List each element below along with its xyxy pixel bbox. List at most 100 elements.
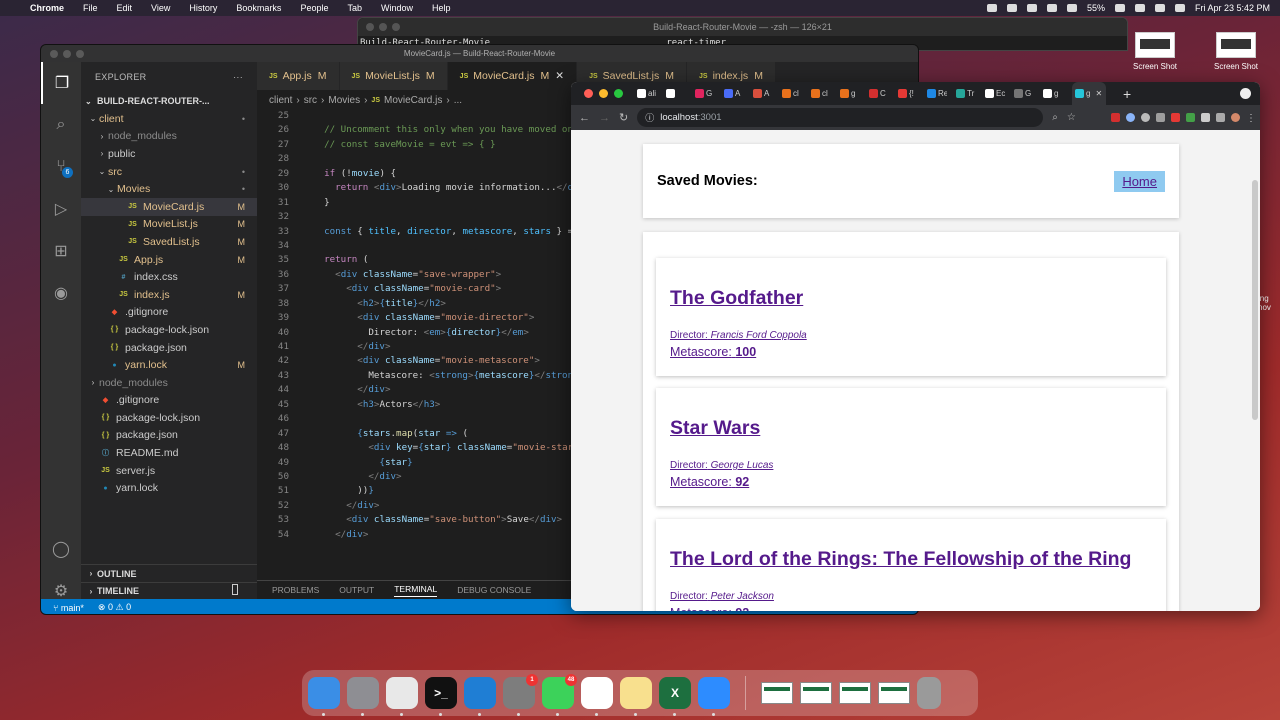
minimize-dot[interactable] — [379, 23, 387, 31]
chrome-window[interactable]: ali G A Acl cl g C {! Re Tr Ec Gg g ✕ + ← → ↻ ⓘ local… — [571, 82, 1260, 611]
file-tree-item[interactable]: › node_modules — [81, 374, 257, 392]
close-dot[interactable] — [366, 23, 374, 31]
close-tab-icon[interactable]: ✕ — [1095, 89, 1102, 98]
profile-avatar[interactable] — [1231, 113, 1240, 122]
terminal-icon[interactable]: >_ — [425, 677, 457, 716]
home-button[interactable]: Home — [1114, 170, 1165, 192]
zoom-magnifier-icon[interactable]: ⌕ — [1052, 112, 1058, 123]
menu-file[interactable]: File — [83, 3, 98, 13]
tab-problems[interactable]: PROBLEMS — [272, 585, 319, 595]
zoom-dot[interactable] — [614, 89, 623, 98]
menu-bookmarks[interactable]: Bookmarks — [236, 3, 281, 13]
zoom-icon[interactable] — [698, 677, 730, 716]
browser-tab[interactable]: A — [753, 82, 773, 105]
more-actions-icon[interactable]: ··· — [233, 72, 243, 82]
browser-tab[interactable]: G — [1014, 82, 1034, 105]
close-dot[interactable] — [584, 89, 593, 98]
extensions-icon[interactable]: ⊞ — [41, 230, 81, 272]
file-tree-item[interactable]: JS SavedList.js M — [81, 233, 257, 251]
browser-tab[interactable]: C — [869, 82, 889, 105]
status-icon[interactable] — [1066, 4, 1077, 12]
new-tab-icon[interactable]: + — [1123, 86, 1131, 102]
git-branch[interactable]: ⑂ main* — [53, 603, 84, 613]
file-tree-item[interactable]: JS MovieList.js M — [81, 216, 257, 234]
file-tree-item[interactable]: { } package-lock.json — [81, 321, 257, 339]
browser-tab[interactable]: cl — [811, 82, 831, 105]
menu-view[interactable]: View — [151, 3, 170, 13]
browser-tab-active[interactable]: g ✕ — [1072, 82, 1106, 105]
movie-card[interactable]: The Lord of the Rings: The Fellowship of… — [656, 519, 1166, 611]
kebab-menu-icon[interactable]: ⋮ — [1246, 113, 1256, 124]
menu-window[interactable]: Window — [381, 3, 413, 13]
camera-icon[interactable] — [1156, 113, 1165, 122]
reload-icon[interactable]: ↻ — [619, 111, 628, 124]
movie-title[interactable]: The Lord of the Rings: The Fellowship of… — [670, 548, 1152, 571]
files-icon[interactable]: ❐ — [41, 62, 81, 104]
file-tree-item[interactable]: ⌄ client • — [81, 110, 257, 128]
minimized-window-thumbnail[interactable] — [878, 682, 910, 704]
slack-icon[interactable] — [581, 677, 613, 716]
system-preferences-icon[interactable]: 1 — [503, 674, 538, 716]
bookmark-star-icon[interactable]: ☆ — [1067, 112, 1076, 123]
file-tree-item[interactable]: { } package.json — [81, 427, 257, 445]
file-tree-item[interactable]: ⌄ Movies • — [81, 180, 257, 198]
run-debug-icon[interactable]: ▷ — [41, 188, 81, 230]
editor-tab[interactable]: JS App.js M — [257, 62, 340, 90]
puzzle-icon[interactable] — [1216, 113, 1225, 122]
control-center-icon[interactable] — [1174, 4, 1185, 12]
desktop-file[interactable]: Screen Shot — [1196, 32, 1276, 71]
desktop-file[interactable]: Screen Shot — [1115, 32, 1195, 71]
project-folder[interactable]: ⌄ BUILD-REACT-ROUTER-... — [81, 92, 257, 110]
status-icon[interactable] — [986, 4, 997, 12]
forward-icon[interactable]: → — [599, 112, 610, 124]
file-tree-item[interactable]: ⌄ src • — [81, 163, 257, 181]
extension-icon[interactable] — [1171, 113, 1180, 122]
file-tree-item[interactable]: JS MovieCard.js M — [81, 197, 257, 216]
browser-tab[interactable]: g — [840, 82, 860, 105]
file-tree-item[interactable]: ● yarn.lock — [81, 479, 257, 497]
account-icon[interactable]: ◯ — [41, 528, 81, 570]
file-tree-item[interactable]: { } package-lock.json — [81, 409, 257, 427]
browser-tab[interactable]: ali — [637, 82, 657, 105]
file-tree-item[interactable]: JS index.js M — [81, 286, 257, 304]
tab-output[interactable]: OUTPUT — [339, 585, 374, 595]
timeline-section[interactable]: › TIMELINE — [81, 582, 257, 599]
file-tree-item[interactable]: ⓘ README.md — [81, 444, 257, 462]
minimized-window-thumbnail[interactable] — [761, 682, 793, 704]
extension-icon[interactable] — [1201, 113, 1210, 122]
file-tree-item[interactable]: # index.css — [81, 268, 257, 286]
file-tree-item[interactable]: JS App.js M — [81, 251, 257, 269]
menu-help[interactable]: Help — [432, 3, 451, 13]
file-tree-item[interactable]: ◆ .gitignore — [81, 304, 257, 322]
file-tree-item[interactable]: › public — [81, 145, 257, 163]
file-tree-item[interactable]: › node_modules — [81, 128, 257, 146]
menu-edit[interactable]: Edit — [117, 3, 133, 13]
file-tree-item[interactable]: ● yarn.lock M — [81, 356, 257, 374]
messages-icon[interactable]: 48 — [542, 674, 577, 716]
status-icon[interactable] — [1006, 4, 1017, 12]
launchpad-icon[interactable] — [347, 677, 379, 716]
minimize-dot[interactable] — [63, 50, 71, 58]
outline-section[interactable]: › OUTLINE — [81, 564, 257, 582]
status-icon[interactable] — [1026, 4, 1037, 12]
movie-card[interactable]: Star Wars Director: George Lucas Metascore… — [656, 388, 1166, 506]
problems-status[interactable]: ⊗ 0 ⚠ 0 — [98, 602, 131, 613]
breadcrumb-item[interactable]: ... — [454, 95, 462, 106]
search-icon[interactable] — [1154, 4, 1165, 12]
browser-tab[interactable]: g — [1043, 82, 1063, 105]
tab-terminal[interactable]: TERMINAL — [394, 584, 438, 597]
extension-icon[interactable] — [1186, 113, 1195, 122]
breadcrumb-item[interactable]: MovieCard.js — [384, 95, 442, 106]
file-tree-item[interactable]: JS server.js — [81, 462, 257, 480]
breadcrumb-item[interactable]: src — [304, 95, 317, 106]
wifi-icon[interactable] — [1134, 4, 1145, 12]
info-icon[interactable]: ⓘ — [645, 111, 654, 124]
status-icon[interactable] — [1046, 4, 1057, 12]
zoom-dot[interactable] — [76, 50, 84, 58]
browser-tab[interactable]: A — [724, 82, 744, 105]
menu-history[interactable]: History — [189, 3, 217, 13]
search-icon[interactable]: ⌕ — [41, 104, 81, 146]
browser-tab[interactable]: Re — [927, 82, 947, 105]
trash-icon[interactable] — [917, 677, 941, 709]
zoom-dot[interactable] — [392, 23, 400, 31]
